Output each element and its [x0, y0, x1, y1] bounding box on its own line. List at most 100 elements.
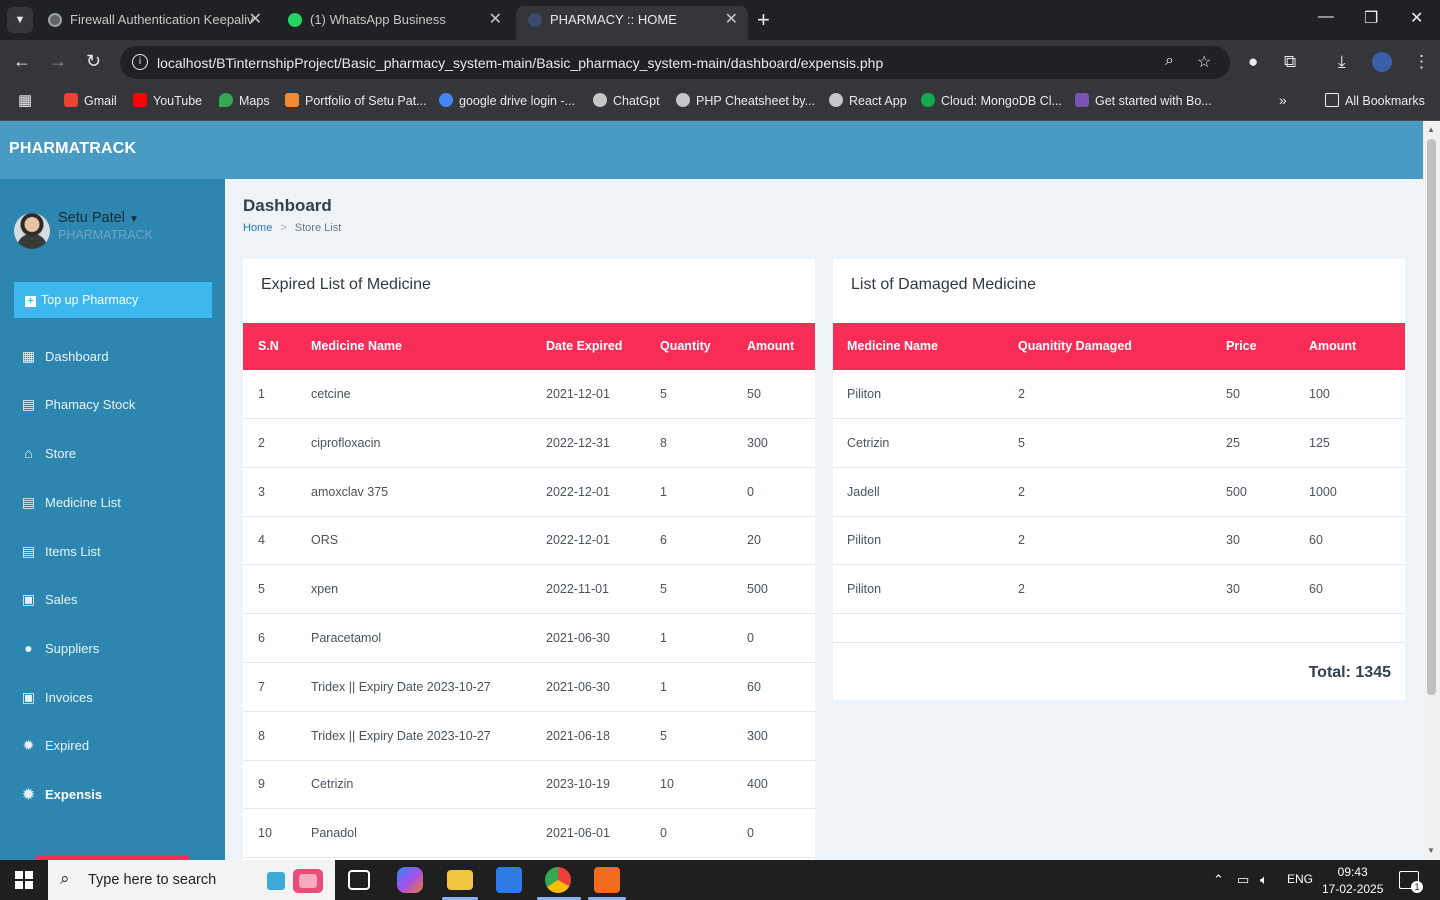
- whatsapp-icon: [288, 13, 302, 27]
- table-row: 1 cetcine 2021-12-01 5 50: [243, 370, 815, 419]
- breadcrumb-home-link[interactable]: Home: [243, 222, 272, 234]
- sidebar-item-expired[interactable]: ✹ Expired: [20, 737, 89, 754]
- top-up-pharmacy-button[interactable]: + Top up Pharmacy: [14, 282, 212, 318]
- menu-kebab-icon[interactable]: ⋮: [1413, 52, 1430, 72]
- tab-firewall[interactable]: Firewall Authentication Keepaliv ✕: [36, 6, 272, 40]
- taskbar-clock[interactable]: 09:43 17-02-2025: [1322, 864, 1383, 898]
- tab-whatsapp[interactable]: (1) WhatsApp Business ✕: [276, 6, 512, 40]
- reload-icon[interactable]: ↻: [86, 51, 101, 72]
- brand-logo[interactable]: PHARMATRACK: [9, 140, 136, 158]
- bookmark-google-drive[interactable]: google drive login -...: [439, 93, 575, 108]
- all-bookmarks[interactable]: All Bookmarks: [1325, 93, 1425, 108]
- tray-chevron-up-icon[interactable]: ⌃: [1213, 872, 1224, 888]
- scrollbar-thumb[interactable]: [1427, 139, 1436, 695]
- bookmarks-bar: ▦ Gmail YouTube Maps Portfolio of Setu P…: [0, 85, 1440, 121]
- chatgpt-icon: [593, 93, 607, 107]
- restore-icon[interactable]: ❐: [1364, 8, 1378, 28]
- sidebar-item-suppliers[interactable]: ● Suppliers: [20, 640, 99, 656]
- minimize-icon[interactable]: —: [1318, 8, 1334, 26]
- bookmark-react-app[interactable]: React App: [829, 93, 907, 108]
- sidebar-item-dashboard[interactable]: ▦ Dashboard: [20, 348, 109, 365]
- table-cell: 10: [660, 777, 674, 792]
- page-scrollbar[interactable]: ▲ ▼: [1423, 121, 1440, 860]
- page-title: Dashboard: [243, 196, 332, 215]
- windows-taskbar: ⌕ Type here to search ⌃ ▭ 🔈︎ ENG 09:43 1…: [0, 860, 1440, 900]
- bookmark-portfolio[interactable]: Portfolio of Setu Pat...: [285, 93, 427, 108]
- url-text[interactable]: localhost/BTinternshipProject/Basic_phar…: [157, 55, 883, 71]
- table-cell: 60: [1309, 582, 1323, 597]
- table-row: 10 Panadol 2021-06-01 0 0: [243, 809, 815, 859]
- youtube-icon: [133, 93, 147, 107]
- microsoft-store-icon[interactable]: [496, 867, 522, 893]
- copilot-icon[interactable]: [397, 867, 423, 893]
- table-cell: 9: [258, 777, 265, 792]
- close-icon[interactable]: ✕: [489, 6, 502, 34]
- sidebar-item-expensis[interactable]: ✹ Expensis: [20, 786, 102, 803]
- top-header: PHARMATRACK: [0, 121, 1423, 179]
- zoom-icon[interactable]: ⌕: [1165, 52, 1174, 70]
- clock-time: 09:43: [1337, 865, 1368, 879]
- tab-pharmacy-home[interactable]: PHARMACY :: HOME ✕: [516, 6, 748, 40]
- table-row: Piliton 2 30 60: [833, 516, 1405, 566]
- bookmark-maps[interactable]: Maps: [219, 93, 270, 108]
- sidebar-item-sales[interactable]: ▣ Sales: [20, 591, 78, 608]
- close-icon[interactable]: ✕: [725, 6, 738, 34]
- clock-date: 17-02-2025: [1322, 882, 1384, 896]
- profile-avatar-icon[interactable]: [1372, 52, 1392, 72]
- scroll-up-icon[interactable]: ▲: [1427, 125, 1435, 134]
- pharmacy-favicon-icon: [528, 13, 542, 27]
- puzzle-icon[interactable]: ⧉: [1284, 52, 1296, 72]
- sidebar-item-items-list[interactable]: ▤ Items List: [20, 543, 101, 560]
- bookmark-chatgpt[interactable]: ChatGpt: [593, 93, 660, 108]
- table-cell: xpen: [311, 582, 339, 597]
- table-cell: 2023-10-19: [546, 777, 610, 792]
- table-cell: 5: [660, 387, 667, 401]
- sidebar-item-phamacy-stock[interactable]: ▤ Phamacy Stock: [20, 396, 135, 413]
- apps-grid-icon[interactable]: ▦: [18, 91, 32, 109]
- taskbar-search[interactable]: ⌕ Type here to search: [48, 860, 335, 900]
- xampp-icon[interactable]: [594, 867, 620, 893]
- table-cell: 2021-06-30: [546, 679, 610, 694]
- bookmark-bootstrap[interactable]: Get started with Bo...: [1075, 93, 1212, 108]
- user-menu-toggle[interactable]: Setu Patel ▼: [58, 210, 139, 226]
- bookmark-mongodb[interactable]: Cloud: MongoDB Cl...: [921, 93, 1062, 108]
- column-header: Price: [1226, 339, 1257, 353]
- table-cell: 2021-06-18: [546, 728, 610, 743]
- table-cell: 8: [660, 435, 667, 450]
- notification-icon[interactable]: 1: [1399, 871, 1423, 893]
- sidebar-item-store[interactable]: ⌂ Store: [20, 445, 76, 461]
- new-tab-button[interactable]: +: [757, 6, 770, 34]
- chrome-icon[interactable]: [545, 867, 571, 893]
- address-bar[interactable]: i localhost/BTinternshipProject/Basic_ph…: [120, 46, 1230, 79]
- window-close-icon[interactable]: ✕: [1410, 8, 1423, 28]
- table-cell: ORS: [311, 533, 339, 548]
- bookmark-gmail[interactable]: Gmail: [64, 93, 117, 108]
- download-icon[interactable]: ⤓: [1338, 52, 1346, 72]
- close-icon[interactable]: ✕: [249, 6, 262, 34]
- network-icon[interactable]: ▭: [1237, 872, 1249, 888]
- sidebar-item-invoices[interactable]: ▣ Invoices: [20, 689, 93, 706]
- task-view-icon[interactable]: [348, 870, 370, 890]
- file-explorer-icon[interactable]: [447, 870, 473, 890]
- table-row: 7 Tridex || Expiry Date 2023-10-27 2021-06…: [243, 663, 815, 712]
- table-cell: 50: [1226, 387, 1240, 401]
- language-indicator[interactable]: ENG: [1287, 872, 1313, 886]
- scroll-down-icon[interactable]: ▼: [1427, 846, 1435, 855]
- table-cell: 2021-12-01: [546, 387, 610, 401]
- more-bookmarks-icon[interactable]: »: [1279, 92, 1287, 108]
- gmail-icon: [64, 93, 78, 107]
- notification-count: 1: [1411, 881, 1423, 893]
- bookmark-youtube[interactable]: YouTube: [133, 93, 202, 108]
- tab-search-button[interactable]: ▼: [7, 7, 33, 33]
- sidebar-item-medicine-list[interactable]: ▤ Medicine List: [20, 494, 121, 511]
- extension-circle-icon[interactable]: ●: [1248, 52, 1258, 72]
- volume-icon[interactable]: 🔈︎: [1260, 872, 1268, 888]
- windows-start-icon[interactable]: [15, 871, 33, 889]
- bookmark-php-cheatsheet[interactable]: PHP Cheatsheet by...: [676, 93, 815, 108]
- back-icon[interactable]: ←: [13, 51, 31, 72]
- site-info-icon[interactable]: i: [132, 54, 148, 70]
- forward-icon[interactable]: →: [49, 51, 67, 72]
- star-icon[interactable]: ☆: [1197, 52, 1211, 72]
- table-row: 6 Paracetamol 2021-06-30 1 0: [243, 614, 815, 663]
- browser-toolbar: ← → ↻ i localhost/BTinternshipProject/Ba…: [0, 40, 1440, 85]
